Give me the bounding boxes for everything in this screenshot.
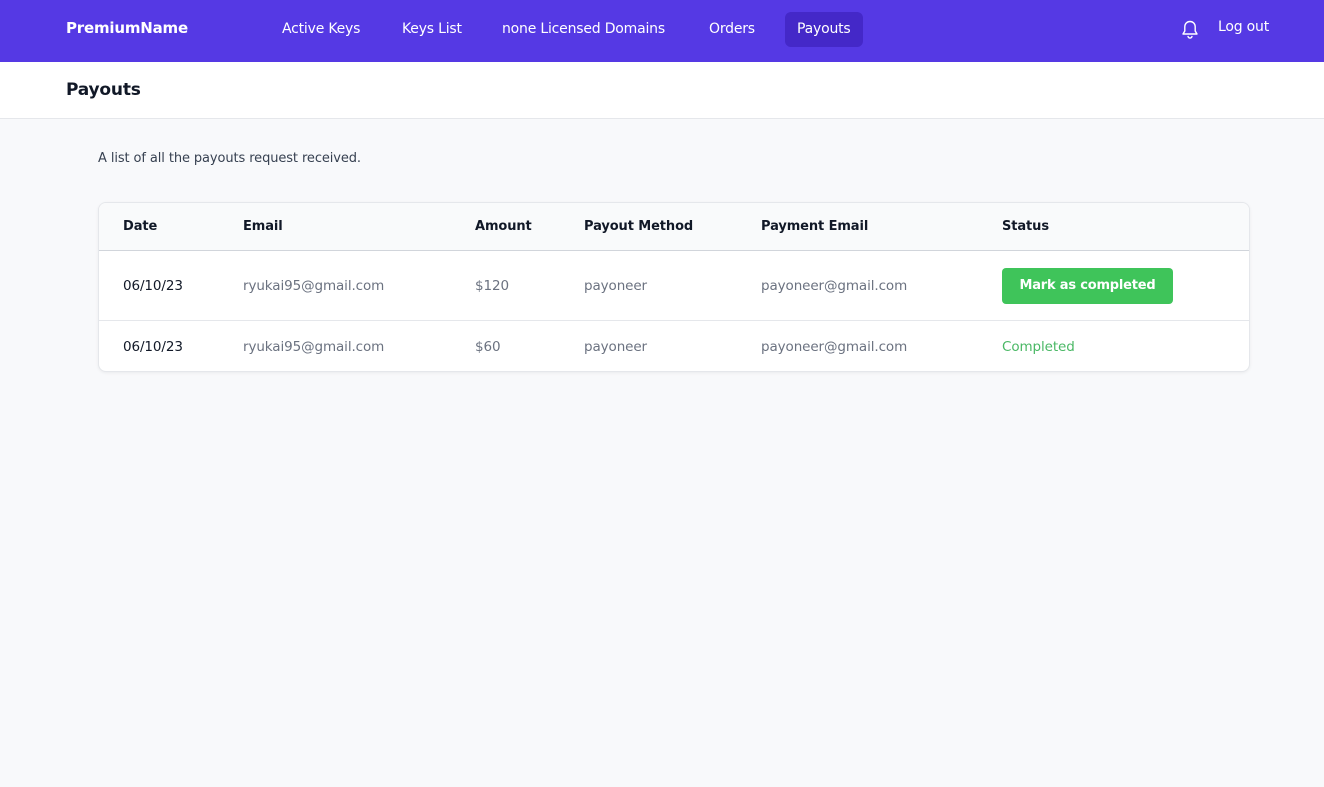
- cell-payout-method: payoneer: [584, 339, 648, 355]
- mark-as-completed-button[interactable]: Mark as completed: [1002, 268, 1173, 304]
- cell-amount: $120: [475, 278, 509, 294]
- page-header: Payouts: [0, 62, 1324, 119]
- cell-date: 06/10/23: [123, 339, 183, 355]
- nav-keys-list[interactable]: Keys List: [390, 12, 474, 47]
- column-header-amount: Amount: [475, 219, 532, 234]
- status-completed-label: Completed: [1002, 339, 1075, 355]
- column-header-email: Email: [243, 219, 283, 234]
- column-header-status: Status: [1002, 219, 1049, 234]
- cell-payment-email: payoneer@gmail.com: [761, 278, 908, 294]
- brand-logo[interactable]: PremiumName: [66, 19, 188, 37]
- page-title: Payouts: [66, 80, 141, 100]
- column-header-payout-method: Payout Method: [584, 219, 694, 234]
- column-header-payment-email: Payment Email: [761, 219, 869, 234]
- payouts-table: Date Email Amount Payout Method Payment …: [98, 202, 1250, 372]
- cell-date: 06/10/23: [123, 278, 183, 294]
- nav-active-keys[interactable]: Active Keys: [270, 12, 372, 47]
- nav-licensed-domains[interactable]: none Licensed Domains: [490, 12, 677, 47]
- nav-payouts[interactable]: Payouts: [785, 12, 863, 47]
- cell-email: ryukai95@gmail.com: [243, 339, 385, 355]
- cell-payment-email: payoneer@gmail.com: [761, 339, 908, 355]
- logout-link[interactable]: Log out: [1218, 19, 1269, 35]
- table-row: 06/10/23 ryukai95@gmail.com $60 payoneer…: [99, 321, 1249, 371]
- top-navbar: PremiumName Active Keys Keys List none L…: [0, 0, 1324, 62]
- table-row: 06/10/23 ryukai95@gmail.com $120 payonee…: [99, 252, 1249, 321]
- cell-payout-method: payoneer: [584, 278, 648, 294]
- column-header-date: Date: [123, 219, 158, 234]
- page-description: A list of all the payouts request receiv…: [98, 151, 361, 166]
- nav-orders[interactable]: Orders: [697, 12, 767, 47]
- cell-email: ryukai95@gmail.com: [243, 278, 385, 294]
- table-header: Date Email Amount Payout Method Payment …: [99, 203, 1249, 251]
- cell-amount: $60: [475, 339, 501, 355]
- bell-icon[interactable]: [1180, 19, 1200, 41]
